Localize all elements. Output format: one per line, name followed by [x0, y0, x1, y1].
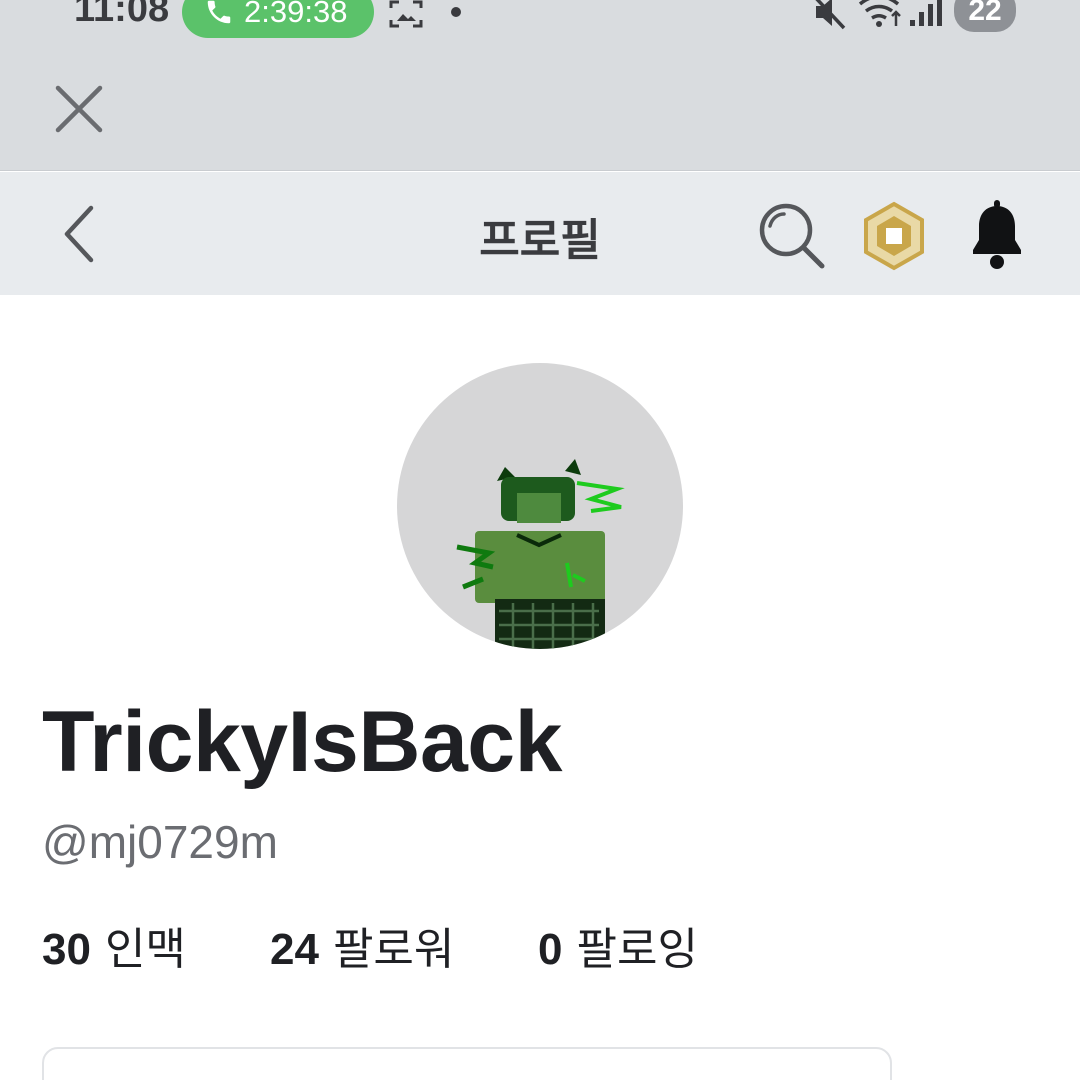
- stat-count: 30: [42, 925, 91, 974]
- robux-icon[interactable]: [860, 200, 928, 272]
- close-icon[interactable]: [50, 80, 108, 138]
- stat-label: 인맥: [104, 924, 186, 975]
- notification-dot: [451, 7, 461, 17]
- stat-count: 24: [270, 925, 319, 974]
- stat-followers[interactable]: 24 팔로워: [270, 913, 538, 977]
- avatar-image: [456, 459, 625, 649]
- mute-icon: [815, 0, 846, 30]
- screenshot-icon: [389, 0, 423, 28]
- avatar[interactable]: [397, 363, 683, 649]
- status-bar: 11:08 2:39:38 22: [0, 0, 1080, 40]
- stat-count: 0: [538, 925, 563, 974]
- wifi-icon: [858, 0, 901, 27]
- username: @mj0729m: [42, 816, 278, 868]
- stat-label: 팔로워: [332, 924, 455, 975]
- stat-friends[interactable]: 30 인맥: [42, 913, 270, 977]
- call-indicator[interactable]: 2:39:38: [182, 0, 374, 38]
- bell-icon[interactable]: [964, 200, 1030, 272]
- search-icon[interactable]: [756, 200, 828, 272]
- display-name: TrickyIsBack: [42, 694, 562, 790]
- profile-action-card[interactable]: [42, 1047, 892, 1080]
- stat-following[interactable]: 0 팔로잉: [538, 913, 698, 977]
- profile-stats: 30 인맥 24 팔로워 0 팔로잉: [42, 913, 698, 975]
- app-header: 프로필: [0, 172, 1080, 295]
- stat-label: 팔로잉: [576, 924, 698, 975]
- call-timer: 2:39:38: [244, 0, 348, 29]
- phone-icon: [207, 0, 231, 24]
- profile-content: TrickyIsBack @mj0729m 30 인맥 24 팔로워 0 팔로잉: [0, 295, 1080, 1080]
- webview-header: [0, 40, 1080, 171]
- status-time: 11:08: [74, 0, 170, 30]
- battery-level: 22: [954, 0, 1016, 32]
- signal-icon: [910, 0, 942, 26]
